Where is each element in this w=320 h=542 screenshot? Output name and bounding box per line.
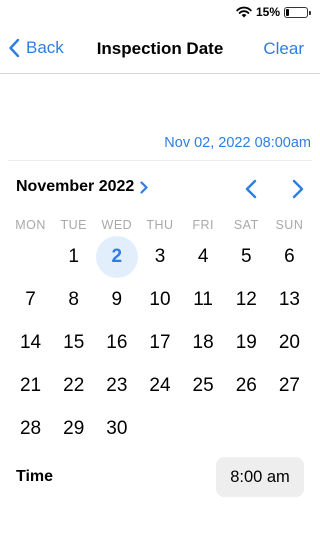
day-cell[interactable]: 23 <box>95 364 138 407</box>
empty-day-cell <box>9 235 52 278</box>
time-picker-button[interactable]: 8:00 am <box>216 457 304 497</box>
time-label: Time <box>16 468 54 485</box>
month-selector[interactable]: November 2022 <box>16 178 148 196</box>
day-cell[interactable]: 22 <box>52 364 95 407</box>
day-cell[interactable]: 29 <box>52 407 95 450</box>
day-number: 10 <box>149 288 171 310</box>
day-number: 5 <box>240 245 252 267</box>
day-cell[interactable]: 7 <box>9 278 52 321</box>
weekday-sat: SAT <box>233 218 259 232</box>
day-number: 15 <box>63 331 85 353</box>
day-number: 17 <box>149 331 171 353</box>
day-cell[interactable]: 5 <box>225 235 268 278</box>
day-number: 3 <box>154 245 166 267</box>
day-cell[interactable]: 20 <box>268 321 311 364</box>
day-cell[interactable]: 11 <box>182 278 225 321</box>
weekday-fri: FRI <box>192 218 214 232</box>
weekday-thu: THU <box>146 218 174 232</box>
day-cell[interactable]: 19 <box>225 321 268 364</box>
day-cell[interactable]: 1 <box>52 235 95 278</box>
weekday-sun: SUN <box>275 218 304 232</box>
day-cell[interactable]: 14 <box>9 321 52 364</box>
day-cell[interactable]: 24 <box>138 364 181 407</box>
weekday-wed: WED <box>101 218 133 232</box>
navigation-bar: Back Inspection Date Clear <box>0 24 320 74</box>
chevron-left-icon <box>245 179 257 199</box>
status-indicators: 15% <box>236 4 311 20</box>
weekday-tue: TUE <box>60 218 87 232</box>
day-cell[interactable]: 16 <box>95 321 138 364</box>
day-cell[interactable]: 6 <box>268 235 311 278</box>
day-number: 23 <box>106 374 128 396</box>
previous-month-button[interactable] <box>242 178 262 200</box>
day-number: 12 <box>235 288 257 310</box>
day-cell[interactable]: 15 <box>52 321 95 364</box>
day-cell[interactable]: 17 <box>138 321 181 364</box>
wifi-icon <box>236 6 252 18</box>
month-label: November 2022 <box>16 178 135 195</box>
day-number: 19 <box>235 331 257 353</box>
day-number: 13 <box>278 288 300 310</box>
day-number: 16 <box>106 331 128 353</box>
battery-level <box>286 8 289 16</box>
battery-nub <box>309 10 311 15</box>
day-cell[interactable]: 25 <box>182 364 225 407</box>
selected-day-cell[interactable]: 2 <box>95 235 138 278</box>
day-number: 28 <box>19 417 42 439</box>
status-bar: 15% <box>0 0 320 24</box>
day-number: 11 <box>193 288 213 310</box>
day-number: 8 <box>68 288 79 310</box>
day-number: 7 <box>25 288 36 310</box>
day-cell[interactable]: 30 <box>95 407 138 450</box>
day-cell[interactable]: 10 <box>138 278 181 321</box>
divider <box>8 160 312 161</box>
day-number: 6 <box>284 245 295 267</box>
day-number: 25 <box>192 374 214 396</box>
calendar-grid: 1 2 3 4 5 6 7 8 9 10 11 12 13 14 15 16 17 18 19 20 21 22 23 24 2… <box>9 235 311 450</box>
day-cell[interactable]: 9 <box>95 278 138 321</box>
day-number: 30 <box>106 417 128 439</box>
day-cell[interactable]: 4 <box>182 235 225 278</box>
day-number: 20 <box>278 331 300 353</box>
day-number: 1 <box>68 245 79 267</box>
day-cell[interactable]: 3 <box>138 235 181 278</box>
day-number: 18 <box>192 331 214 353</box>
day-number: 21 <box>19 374 42 396</box>
day-number: 26 <box>235 374 257 396</box>
battery-percentage: 15% <box>255 5 280 19</box>
day-cell[interactable]: 18 <box>182 321 225 364</box>
day-number: 14 <box>19 331 42 353</box>
day-cell[interactable]: 27 <box>268 364 311 407</box>
day-number: 2 <box>95 235 138 278</box>
weekday-header: MON TUE WED THU FRI SAT SUN <box>9 218 311 232</box>
chevron-right-icon <box>140 180 148 194</box>
weekday-mon: MON <box>15 218 46 232</box>
day-number: 27 <box>278 374 300 396</box>
day-cell[interactable]: 12 <box>225 278 268 321</box>
day-cell[interactable]: 28 <box>9 407 52 450</box>
day-number: 24 <box>149 374 171 396</box>
chevron-right-icon <box>292 179 304 199</box>
selected-date-value: Nov 02, 2022 08:00am <box>164 135 311 151</box>
day-number: 9 <box>111 288 123 310</box>
clear-button[interactable]: Clear <box>263 39 304 59</box>
day-cell[interactable]: 13 <box>268 278 311 321</box>
day-cell[interactable]: 8 <box>52 278 95 321</box>
next-month-button[interactable] <box>287 178 307 200</box>
day-cell[interactable]: 21 <box>9 364 52 407</box>
day-number: 4 <box>197 245 209 267</box>
day-number: 22 <box>63 374 85 396</box>
day-number: 29 <box>63 417 85 439</box>
battery-icon <box>284 6 311 18</box>
day-cell[interactable]: 26 <box>225 364 268 407</box>
